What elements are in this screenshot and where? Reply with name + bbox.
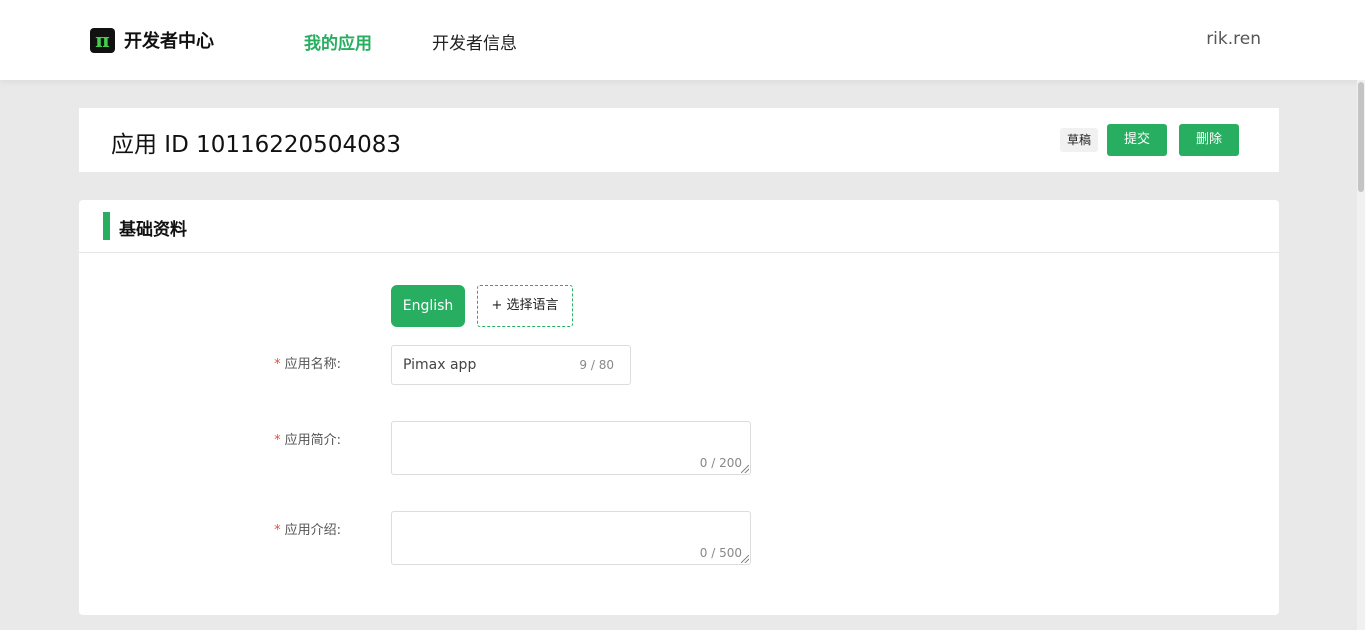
app-description-counter: 0 / 500 <box>699 546 742 560</box>
app-name-label: * 应用名称: <box>221 353 341 372</box>
app-id-title: 应用 ID 10116220504083 <box>111 132 401 158</box>
app-summary-label-text: 应用简介: <box>284 433 341 448</box>
required-mark: * <box>274 433 281 448</box>
required-mark: * <box>274 357 281 372</box>
logo[interactable]: π 开发者中心 <box>90 27 214 53</box>
app-description-label: * 应用介绍: <box>221 519 341 538</box>
nav-developer-info[interactable]: 开发者信息 <box>432 29 517 54</box>
app-header-card: 应用 ID 10116220504083 草稿 提交 删除 <box>79 108 1279 172</box>
basic-info-card: 基础资料 English + 选择语言 *应用名称: 9 / 80 *应用简介:… <box>79 200 1279 615</box>
app-summary-textarea[interactable]: 0 / 200 <box>391 421 751 475</box>
app-name-input[interactable] <box>403 355 573 375</box>
app-summary-label: * 应用简介: <box>221 429 341 448</box>
top-nav-bar: π 开发者中心 我的应用 开发者信息 rik.ren <box>0 0 1365 80</box>
required-mark: * <box>274 523 281 538</box>
app-name-field[interactable]: 9 / 80 <box>391 345 631 385</box>
language-tab-english[interactable]: English <box>391 285 465 327</box>
app-name-counter: 9 / 80 <box>579 358 614 372</box>
resize-handle-icon[interactable] <box>741 555 749 563</box>
app-description-textarea[interactable]: 0 / 500 <box>391 511 751 565</box>
nav-my-apps[interactable]: 我的应用 <box>304 29 372 54</box>
logo-text: 开发者中心 <box>124 31 214 52</box>
delete-button[interactable]: 删除 <box>1179 124 1239 156</box>
add-language-button[interactable]: + 选择语言 <box>477 285 573 327</box>
status-badge: 草稿 <box>1060 128 1099 152</box>
section-accent-bar <box>103 212 110 240</box>
section-header: 基础资料 <box>79 200 1279 253</box>
pi-logo-icon: π <box>90 27 115 53</box>
scrollbar-thumb[interactable] <box>1358 82 1364 192</box>
submit-button[interactable]: 提交 <box>1107 124 1167 156</box>
app-summary-counter: 0 / 200 <box>699 456 742 470</box>
app-name-label-text: 应用名称: <box>284 357 341 372</box>
section-title: 基础资料 <box>119 220 187 240</box>
resize-handle-icon[interactable] <box>741 465 749 473</box>
app-description-label-text: 应用介绍: <box>284 523 341 538</box>
user-name[interactable]: rik.ren <box>1206 29 1261 49</box>
